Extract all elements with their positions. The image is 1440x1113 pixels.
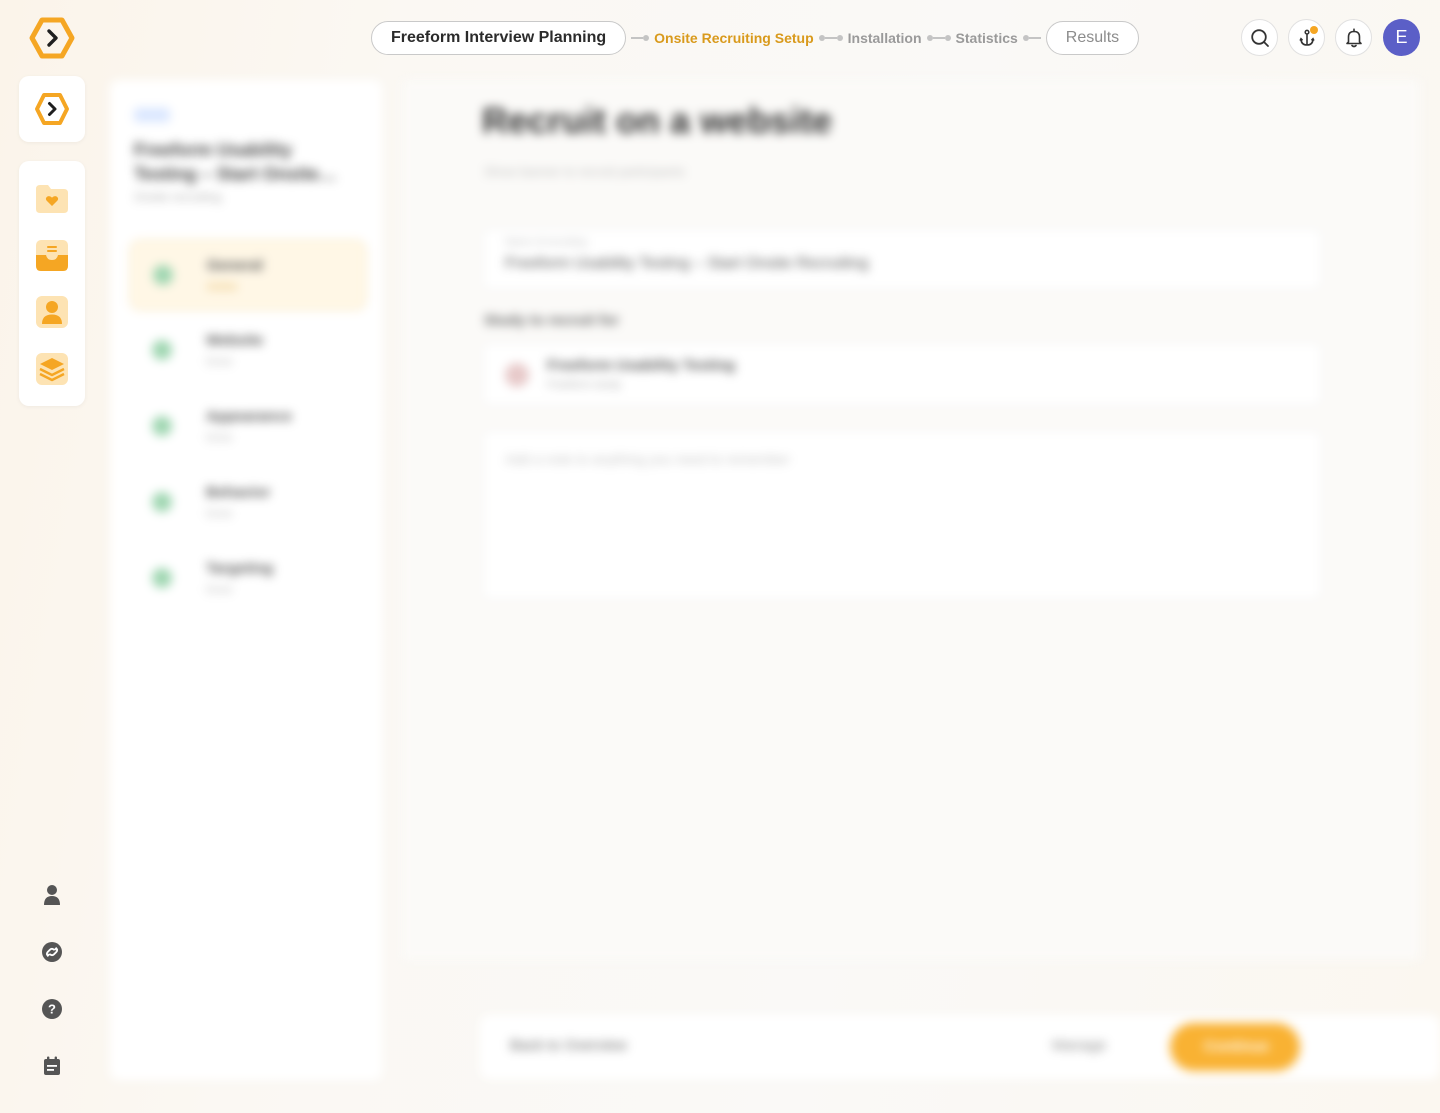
recruiting-name-field[interactable]: Name of recruiting Freeform Usability Te… <box>482 228 1322 290</box>
integrations-button[interactable] <box>40 940 64 964</box>
study-steps-panel: Freeform Usability Testing – Start Onsit… <box>110 80 382 1080</box>
setup-step-status: Done <box>206 584 233 596</box>
field-value: Freeform Usability Testing – Start Onsit… <box>505 255 869 272</box>
study-select[interactable]: Freeform Usability Testing Freeform stud… <box>482 342 1322 406</box>
user-icon <box>44 885 60 905</box>
rail-item-participants[interactable] <box>35 295 69 329</box>
continue-label: Continue <box>1204 1038 1269 1055</box>
study-meta: Freeform study <box>547 379 621 391</box>
step-statistics[interactable]: Statistics <box>956 30 1018 46</box>
step-label: Results <box>1065 29 1120 46</box>
person-card-icon <box>36 296 68 328</box>
avatar[interactable]: E <box>1383 19 1420 56</box>
notes-textarea[interactable]: Add a note to anything you need to remem… <box>482 430 1322 600</box>
setup-step-general[interactable]: General Active <box>130 240 366 310</box>
setup-step-status: Done <box>206 356 233 368</box>
step-label: Freeform Interview Planning <box>391 29 607 46</box>
step-connector <box>1022 35 1041 41</box>
setup-step-label: General <box>207 257 263 274</box>
check-icon <box>152 416 172 436</box>
setup-step-status: Active <box>207 281 237 293</box>
project-tag <box>134 108 170 122</box>
project-subtitle: Onsite recruiting <box>134 190 222 204</box>
step-connector <box>926 35 951 41</box>
bell-icon <box>1345 27 1362 47</box>
setup-step-label: Targeting <box>206 560 274 577</box>
study-icon <box>505 363 529 387</box>
setup-step-label: Appearance <box>206 408 292 425</box>
step-onsite-recruiting-setup[interactable]: Onsite Recruiting Setup <box>654 30 813 46</box>
check-icon <box>153 265 173 285</box>
project-title: Freeform Usability Testing – Start Onsit… <box>134 140 337 184</box>
check-icon <box>152 568 172 588</box>
search-button[interactable] <box>1241 19 1278 56</box>
help-button[interactable]: ? <box>40 997 64 1021</box>
integrations-icon <box>42 942 62 962</box>
bottom-action-bar: Back to Overview Manage Continue <box>480 1015 1440 1079</box>
changelog-button[interactable] <box>40 1054 64 1078</box>
step-results[interactable]: Results <box>1045 21 1140 55</box>
notifications-button[interactable] <box>1335 19 1372 56</box>
step-connector <box>631 35 650 41</box>
study-title: Freeform Usability Testing <box>547 357 736 374</box>
folder-heart-icon <box>36 185 68 213</box>
setup-step-targeting[interactable]: Targeting Done <box>130 544 366 614</box>
search-icon <box>1250 28 1269 47</box>
rail-home-button[interactable] <box>19 76 85 142</box>
check-icon <box>152 492 172 512</box>
check-icon <box>152 340 172 360</box>
rail-item-library[interactable] <box>35 352 69 386</box>
brand-logo[interactable] <box>29 16 75 60</box>
page-title: Recruit on a website <box>482 100 833 141</box>
field-label: Name of recruiting <box>505 237 587 248</box>
help-icon: ? <box>42 999 62 1019</box>
avatar-initial: E <box>1395 27 1408 47</box>
account-button[interactable] <box>40 883 64 907</box>
svg-text:?: ? <box>48 1002 56 1017</box>
setup-step-label: Website <box>206 332 264 349</box>
setup-step-appearance[interactable]: Appearance Done <box>130 392 366 462</box>
blurred-workspace: Freeform Usability Testing – Start Onsit… <box>110 80 1440 1080</box>
manage-dropdown[interactable]: Manage <box>1052 1037 1106 1054</box>
step-freeform-interview-planning[interactable]: Freeform Interview Planning <box>371 21 627 55</box>
section-title: Study to recruit for <box>484 312 620 329</box>
setup-step-label: Behavior <box>206 484 271 501</box>
notification-dot <box>1310 26 1318 34</box>
setup-step-website[interactable]: Website Done <box>130 316 366 386</box>
rail-item-favorites[interactable] <box>35 181 69 215</box>
back-button[interactable]: Back to Overview <box>510 1037 627 1054</box>
rail-nav <box>19 161 85 406</box>
setup-step-behavior[interactable]: Behavior Done <box>130 468 366 538</box>
notes-placeholder: Add a note to anything you need to remem… <box>505 451 790 467</box>
wizard-stepper: Freeform Interview Planning Onsite Recru… <box>371 21 1140 55</box>
setup-step-status: Done <box>206 508 233 520</box>
step-installation[interactable]: Installation <box>848 30 922 46</box>
page-subtitle: Show banner to recruit participants <box>484 164 685 179</box>
inbox-icon <box>36 240 68 271</box>
step-connector <box>818 35 843 41</box>
layers-icon <box>36 353 68 385</box>
hex-logo-icon <box>35 93 69 125</box>
setup-form: Recruit on a website Show banner to recr… <box>402 80 1420 960</box>
rail-item-inbox[interactable] <box>35 238 69 272</box>
continue-button[interactable]: Continue <box>1170 1023 1300 1071</box>
checklist-icon <box>44 1056 60 1075</box>
setup-step-status: Done <box>206 432 233 444</box>
publish-button[interactable] <box>1288 19 1325 56</box>
